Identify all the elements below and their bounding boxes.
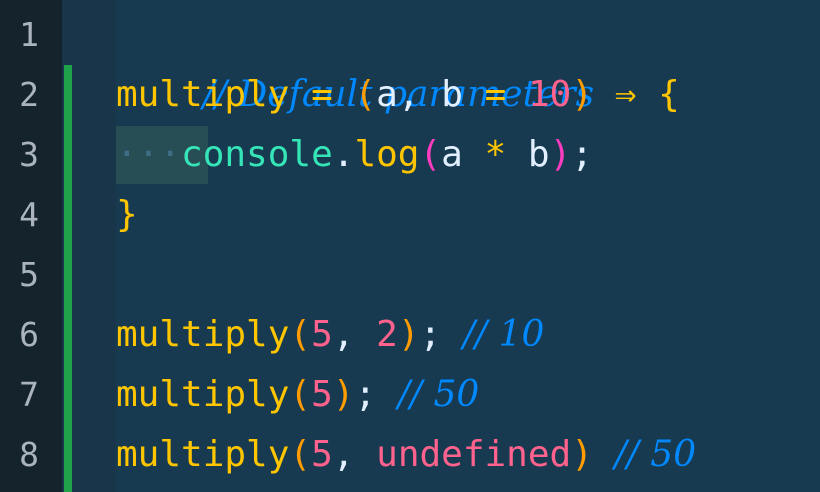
brace-open: { [658, 74, 680, 115]
paren-open: ( [289, 374, 312, 415]
number-literal: 10 [527, 74, 572, 115]
log-method: log [354, 134, 420, 175]
line-number: 1 [19, 15, 39, 54]
number-literal: 5 [311, 314, 333, 355]
code-line-3[interactable]: ···console.log(a * b); [116, 125, 593, 185]
function-name: multiply [116, 74, 290, 115]
indent-whitespace: ··· [116, 134, 182, 175]
undefined-keyword: undefined [376, 434, 572, 475]
comment: // 10 [462, 314, 545, 355]
comment: // 50 [397, 374, 480, 415]
code-line-4[interactable]: } [116, 185, 138, 245]
code-line-7[interactable]: multiply(5); // 50 [116, 365, 479, 425]
line-number: 3 [19, 135, 39, 174]
number-literal: 2 [376, 314, 398, 355]
console-object: console [181, 134, 333, 175]
comma: , [332, 314, 355, 355]
paren-close: ) [397, 314, 420, 355]
paren-close: ) [549, 134, 572, 175]
param-a: a [376, 74, 398, 115]
code-editor[interactable]: 1 2 3 4 5 6 7 8 // Default parameters mu… [0, 0, 820, 492]
line-number-gutter: 1 2 3 4 5 6 7 8 [0, 0, 62, 492]
code-line-1[interactable]: // Default parameters [116, 5, 594, 115]
paren-close: ) [332, 374, 355, 415]
line-number: 2 [19, 75, 39, 114]
var-a: a [441, 134, 463, 175]
line-number: 5 [19, 255, 39, 294]
semicolon: ; [354, 374, 377, 415]
function-call: multiply [116, 374, 290, 415]
line-number: 6 [19, 315, 39, 354]
paren-open: ( [289, 434, 312, 475]
default-operator: = [484, 74, 507, 115]
assign-operator: = [311, 74, 333, 115]
comma: , [332, 434, 355, 475]
number-literal: 5 [311, 434, 333, 475]
paren-open: ( [289, 314, 312, 355]
paren-open: ( [354, 74, 377, 115]
param-b: b [441, 74, 463, 115]
paren-close: ) [571, 434, 593, 475]
comment: // 50 [614, 434, 697, 475]
git-added-indicator [64, 65, 72, 492]
dot: . [332, 134, 355, 175]
semicolon: ; [571, 134, 593, 175]
paren-open: ( [419, 134, 442, 175]
line-number: 4 [19, 195, 39, 234]
var-b: b [527, 134, 550, 175]
paren-close: ) [571, 74, 593, 115]
arrow-operator: ⇒ [614, 74, 637, 115]
line-number: 7 [19, 375, 39, 414]
brace-close: } [116, 194, 138, 235]
multiply-operator: * [484, 134, 507, 175]
code-line-6[interactable]: multiply(5, 2); // 10 [116, 305, 544, 365]
semicolon: ; [419, 314, 442, 355]
code-line-2[interactable]: multiply = (a, b = 10) ⇒ { [116, 65, 680, 125]
number-literal: 5 [311, 374, 333, 415]
function-call: multiply [116, 434, 290, 475]
code-line-8[interactable]: multiply(5, undefined) // 50 [116, 425, 696, 485]
comma: , [397, 74, 420, 115]
line-number: 8 [19, 435, 39, 474]
function-call: multiply [116, 314, 290, 355]
